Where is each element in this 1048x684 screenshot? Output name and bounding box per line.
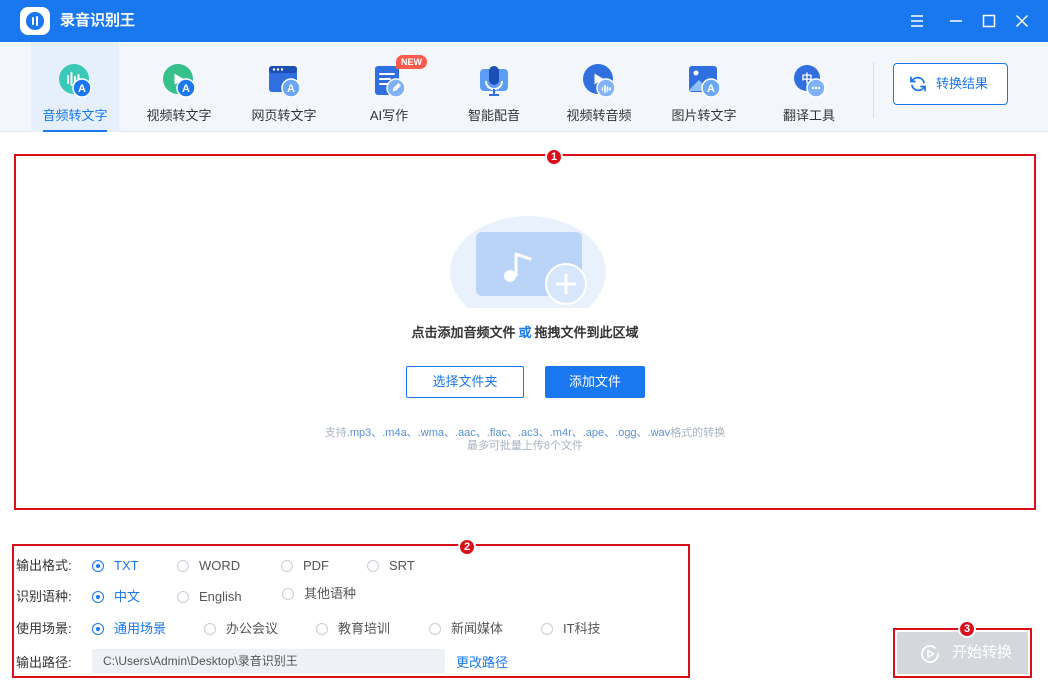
scene-option-label: IT科技 xyxy=(563,621,601,636)
radio-icon xyxy=(541,623,553,635)
app-title: 录音识别王 xyxy=(60,12,136,29)
format-option-label: PDF xyxy=(303,558,329,573)
output-path-row: 输出路径: C:\Users\Admin\Desktop\录音识别王 更改路径 xyxy=(16,649,686,673)
close-icon[interactable] xyxy=(1010,9,1034,33)
support-format-list: .mp3、.m4a、.wma、.aac、.flac、.ac3、.m4r、.ape… xyxy=(346,427,671,439)
radio-icon xyxy=(281,560,293,572)
active-tab-indicator xyxy=(43,130,107,132)
conversion-result-button[interactable]: 转换结果 xyxy=(893,63,1008,105)
radio-icon xyxy=(177,591,189,603)
tool-audio-to-text[interactable]: A 音频转文字 xyxy=(31,42,119,132)
radio-icon xyxy=(204,623,216,635)
start-conversion-label: 开始转换 xyxy=(952,644,1013,661)
tool-label: 音频转文字 xyxy=(42,108,108,123)
add-file-button[interactable]: 添加文件 xyxy=(545,366,645,398)
radio-selected-icon xyxy=(92,560,104,572)
language-row: 识别语种: 中文 English 其他语种 xyxy=(16,586,686,607)
app-logo-icon xyxy=(20,7,50,35)
scene-option-label: 办公会议 xyxy=(226,621,279,636)
support-suffix: 格式的转换 xyxy=(670,427,726,439)
language-option-label: 中文 xyxy=(114,589,141,604)
tool-smart-dubbing[interactable]: 智能配音 xyxy=(450,42,538,132)
start-conversion-button[interactable]: 开始转换 xyxy=(897,632,1028,674)
radio-selected-icon xyxy=(92,623,104,635)
radio-selected-icon xyxy=(92,591,104,603)
step-marker-3: 3 xyxy=(958,620,976,638)
output-format-row: 输出格式: TXT WORD PDF SRT xyxy=(16,556,686,576)
maximize-icon[interactable] xyxy=(977,9,1001,33)
scene-label: 使用场景: xyxy=(16,621,72,636)
drop-hint: 点击添加音频文件或拖拽文件到此区域 xyxy=(16,324,1034,342)
webpage-to-text-icon: A xyxy=(269,66,301,98)
translate-icon: 中 xyxy=(794,65,826,98)
tool-label: 智能配音 xyxy=(467,108,520,123)
music-file-add-icon xyxy=(450,216,606,308)
smart-dubbing-icon xyxy=(480,66,508,96)
svg-text:A: A xyxy=(78,83,86,95)
format-option-label: TXT xyxy=(114,558,139,573)
toolbar-divider xyxy=(873,62,874,118)
menu-icon[interactable] xyxy=(905,9,929,33)
radio-icon xyxy=(316,623,328,635)
tool-label: 网页转文字 xyxy=(251,108,317,123)
radio-icon xyxy=(177,560,189,572)
output-format-label: 输出格式: xyxy=(16,558,72,573)
tool-translate[interactable]: 中 翻译工具 xyxy=(765,42,853,132)
scene-row: 使用场景: 通用场景 办公会议 教育培训 新闻媒体 IT科技 xyxy=(16,619,686,639)
svg-text:A: A xyxy=(707,83,715,95)
format-option-label: SRT xyxy=(389,558,415,573)
tool-image-to-text[interactable]: A 图片转文字 xyxy=(660,42,748,132)
step-marker-1: 1 xyxy=(545,148,563,166)
tool-label: 视频转音频 xyxy=(566,108,632,123)
tool-label: 图片转文字 xyxy=(671,108,737,123)
radio-icon xyxy=(282,588,294,600)
format-option-label: WORD xyxy=(199,558,241,573)
play-circle-icon xyxy=(921,645,939,663)
language-option-label: English xyxy=(199,589,242,604)
svg-text:A: A xyxy=(287,83,295,95)
scene-option-label: 教育培训 xyxy=(338,621,391,636)
language-label: 识别语种: xyxy=(16,589,72,604)
output-path-label: 输出路径: xyxy=(16,655,72,670)
step-marker-2: 2 xyxy=(458,538,476,556)
drop-hint-drag: 拖拽文件到此区域 xyxy=(534,325,639,340)
new-badge: NEW xyxy=(396,55,427,69)
output-options-panel: 输出格式: TXT WORD PDF SRT 识别语种: 中文 English … xyxy=(12,544,690,678)
image-to-text-icon: A xyxy=(689,66,721,98)
tool-video-to-text[interactable]: A 视频转文字 xyxy=(135,42,223,132)
title-bar: 录音识别王 xyxy=(0,0,1048,42)
drop-hint-or: 或 xyxy=(518,325,532,340)
video-to-audio-icon xyxy=(583,64,616,98)
drop-hint-add: 点击添加音频文件 xyxy=(411,325,516,340)
tool-label: AI写作 xyxy=(369,108,409,123)
feature-toolbar: A 音频转文字 A 视频转文字 A 网页转文字 AI写作 NEW 智能配音 视频… xyxy=(0,42,1048,132)
conversion-result-label: 转换结果 xyxy=(936,76,989,91)
change-path-link[interactable]: 更改路径 xyxy=(456,655,508,671)
batch-limit-note: 最多可批量上传8个文件 xyxy=(466,440,584,452)
tool-video-to-audio[interactable]: 视频转音频 xyxy=(555,42,643,132)
audio-to-text-icon: A xyxy=(59,64,92,98)
support-prefix: 支持 xyxy=(324,427,347,439)
svg-text:A: A xyxy=(182,83,190,95)
radio-icon xyxy=(367,560,379,572)
tool-label: 视频转文字 xyxy=(146,108,212,123)
language-option-label: 其他语种 xyxy=(304,586,357,601)
select-folder-button[interactable]: 选择文件夹 xyxy=(406,366,524,398)
scene-option-label: 新闻媒体 xyxy=(451,621,504,636)
supported-formats: 支持.mp3、.m4a、.wma、.aac、.flac、.ac3、.m4r、.a… xyxy=(16,426,1034,440)
file-drop-zone[interactable]: 点击添加音频文件或拖拽文件到此区域 选择文件夹 添加文件 支持.mp3、.m4a… xyxy=(14,154,1036,510)
output-path-field[interactable]: C:\Users\Admin\Desktop\录音识别王 xyxy=(92,649,445,673)
radio-icon xyxy=(429,623,441,635)
minimize-icon[interactable] xyxy=(944,9,968,33)
tool-label: 翻译工具 xyxy=(782,108,835,123)
refresh-icon xyxy=(910,76,926,92)
scene-option-label: 通用场景 xyxy=(114,621,167,636)
tool-webpage-to-text[interactable]: A 网页转文字 xyxy=(240,42,328,132)
video-to-text-icon: A xyxy=(163,64,196,98)
